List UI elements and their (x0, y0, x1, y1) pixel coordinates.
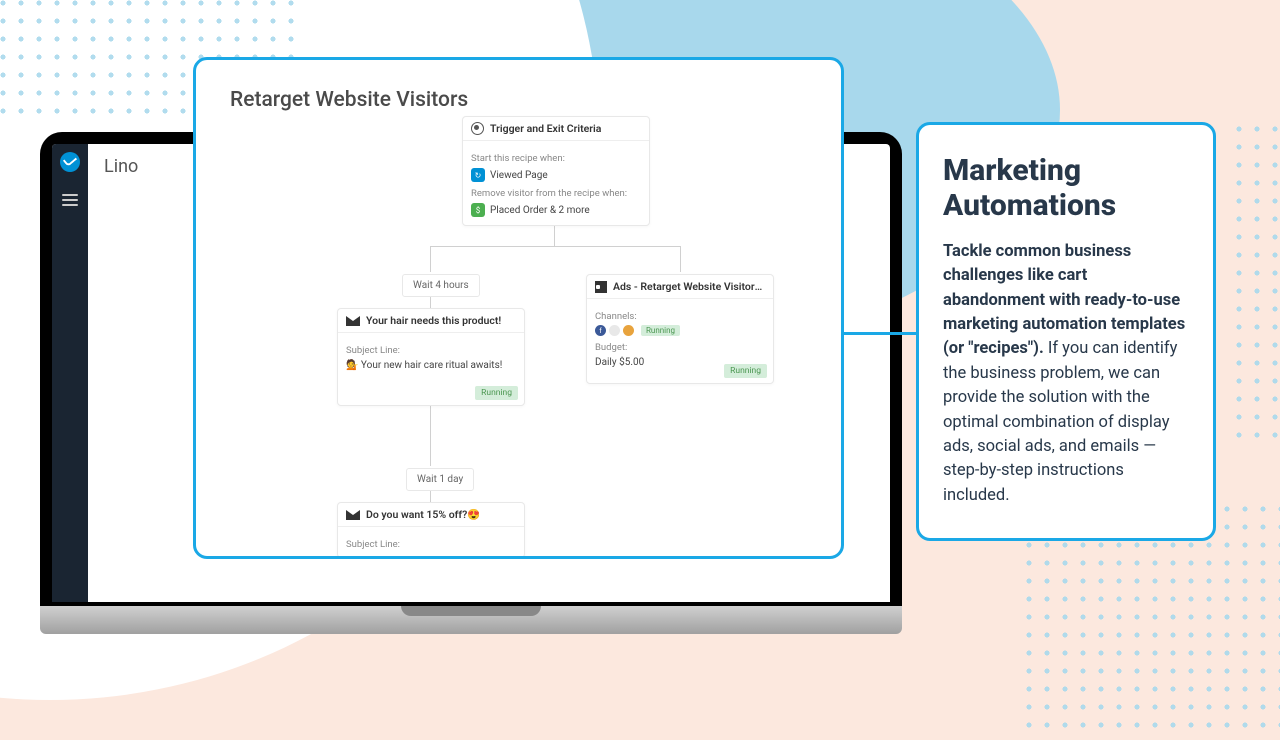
flow-title: Retarget Website Visitors (230, 88, 813, 112)
channels-status: Running (641, 325, 680, 336)
facebook-icon: f (595, 325, 606, 336)
trigger-header: Trigger and Exit Criteria (490, 122, 601, 135)
wait-step-2[interactable]: Wait 1 day (406, 468, 474, 491)
email-card-2[interactable]: Do you want 15% off?😍 Subject Line: (337, 502, 525, 558)
instagram-icon (609, 325, 620, 336)
budget-label: Budget: (595, 342, 765, 353)
email1-title: Your hair needs this product! (366, 314, 501, 327)
email1-subject-label: Subject Line: (346, 345, 516, 356)
ads-card[interactable]: Ads - Retarget Website Visitors - 202...… (586, 274, 774, 384)
app-sidebar (52, 144, 88, 602)
menu-icon[interactable] (62, 194, 78, 206)
email-icon (346, 316, 360, 326)
start-value: Viewed Page (490, 170, 548, 181)
user-icon (471, 122, 484, 135)
brand-logo-icon (60, 152, 80, 172)
order-icon: $ (471, 203, 485, 217)
email2-subject-label: Subject Line: (346, 539, 516, 550)
ads-status: Running (724, 364, 767, 378)
wait-step-1[interactable]: Wait 4 hours (402, 274, 480, 297)
email1-subject-value: 💁 Your new hair care ritual awaits! (346, 360, 502, 371)
email-icon (346, 510, 360, 520)
exit-value: Placed Order & 2 more (490, 205, 590, 216)
email2-title: Do you want 15% off?😍 (366, 508, 480, 521)
ads-icon (595, 281, 607, 293)
page-icon: ↻ (471, 168, 485, 182)
google-icon (623, 325, 634, 336)
trigger-card[interactable]: Trigger and Exit Criteria Start this rec… (462, 116, 650, 226)
exit-label: Remove visitor from the recipe when: (471, 188, 641, 199)
callout-connector (844, 332, 918, 335)
channels-label: Channels: (595, 311, 765, 322)
automation-flow-panel: Retarget Website Visitors Trigger and Ex… (193, 57, 844, 559)
feature-callout: Marketing Automations Tackle common busi… (916, 122, 1216, 541)
start-label: Start this recipe when: (471, 153, 641, 164)
callout-heading: Marketing Automations (943, 153, 1191, 224)
ads-title: Ads - Retarget Website Visitors - 202... (613, 280, 765, 293)
budget-value: Daily $5.00 (595, 357, 644, 368)
callout-regular-text: If you can identify the business problem… (943, 339, 1177, 504)
email1-status: Running (475, 386, 518, 400)
email-card-1[interactable]: Your hair needs this product! Subject Li… (337, 308, 525, 406)
